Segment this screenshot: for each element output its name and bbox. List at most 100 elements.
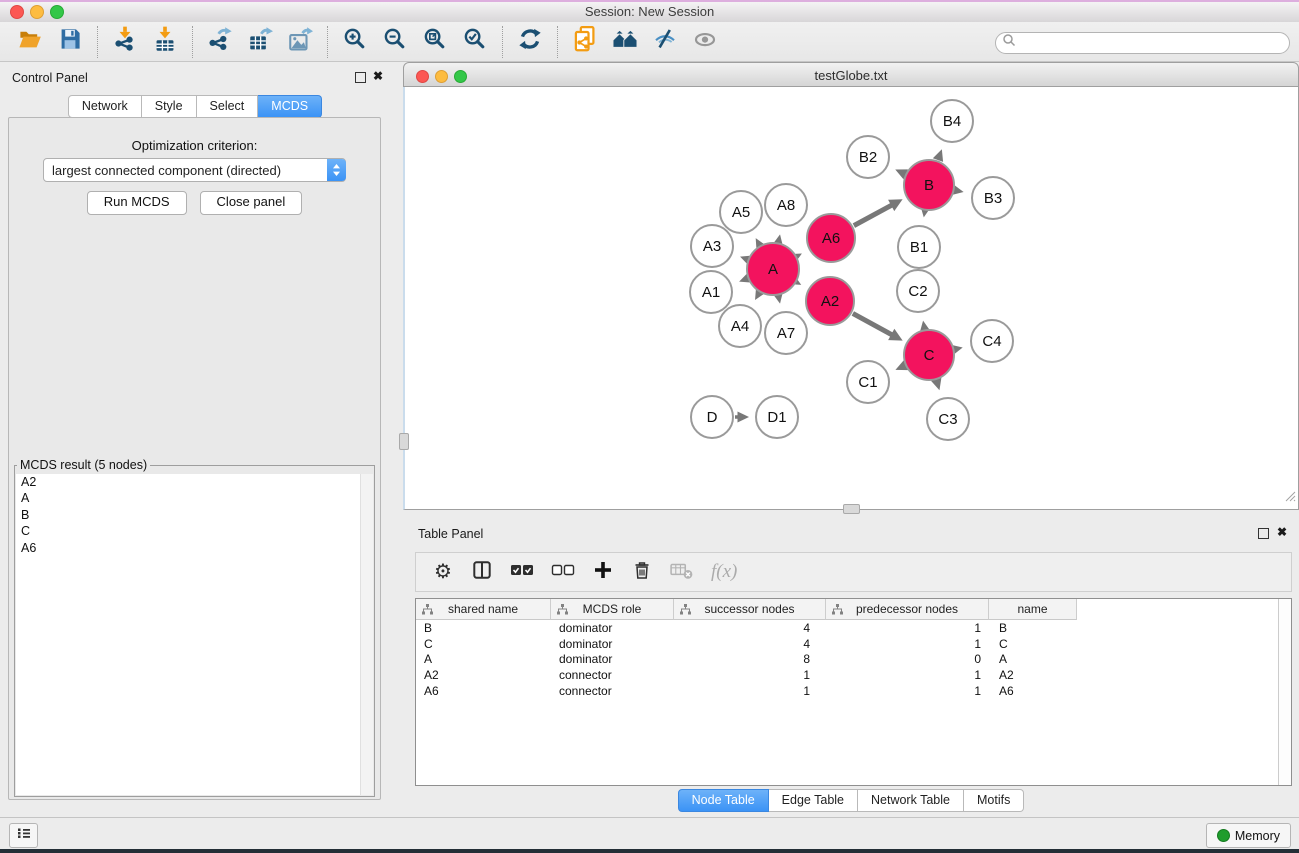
export-image-button[interactable] <box>280 25 320 59</box>
column-layout-button[interactable] <box>471 560 493 584</box>
node-C2[interactable]: C2 <box>897 270 939 312</box>
result-item-c[interactable]: C <box>16 523 373 539</box>
run-mcds-button[interactable]: Run MCDS <box>87 191 187 215</box>
show-panels-button[interactable] <box>9 823 38 848</box>
table-scrollbar[interactable] <box>1278 599 1291 785</box>
cell-MCDS-role: dominator <box>551 637 674 651</box>
close-table-panel-icon[interactable]: ✖ <box>1277 525 1287 539</box>
criterion-dropdown[interactable]: largest connected component (directed) <box>43 158 346 182</box>
unselect-all-checkboxes-button[interactable] <box>551 560 575 584</box>
column-header-MCDS-role[interactable]: MCDS role <box>551 599 674 620</box>
node-D1[interactable]: D1 <box>756 396 798 438</box>
node-D[interactable]: D <box>691 396 733 438</box>
tab-mcds[interactable]: MCDS <box>258 95 322 118</box>
table-row-c[interactable]: Cdominator41C <box>416 636 1279 652</box>
import-network-button[interactable] <box>105 25 145 59</box>
search-box <box>995 32 1290 54</box>
edge-A2-C[interactable] <box>853 313 903 340</box>
add-row-button[interactable] <box>592 560 614 584</box>
node-B2[interactable]: B2 <box>847 136 889 178</box>
tab-style[interactable]: Style <box>142 95 197 118</box>
table-row-b[interactable]: Bdominator41B <box>416 620 1279 636</box>
refresh-button[interactable] <box>510 25 550 59</box>
node-A8[interactable]: A8 <box>765 184 807 226</box>
table-row-a[interactable]: Adominator80A <box>416 652 1279 668</box>
result-item-a2[interactable]: A2 <box>16 474 373 490</box>
node-C[interactable]: C <box>904 330 954 380</box>
svg-text:A7: A7 <box>777 325 795 342</box>
home-button[interactable] <box>605 25 645 59</box>
node-B1[interactable]: B1 <box>898 226 940 268</box>
result-item-a6[interactable]: A6 <box>16 540 373 556</box>
resize-grip-icon[interactable] <box>1282 488 1296 507</box>
node-A1[interactable]: A1 <box>690 271 732 313</box>
select-all-checkboxes-button[interactable] <box>510 560 534 584</box>
cell-MCDS-role: connector <box>551 684 674 698</box>
search-input[interactable] <box>1017 33 1289 53</box>
node-A2[interactable]: A2 <box>806 277 854 325</box>
import-table-button[interactable] <box>145 25 185 59</box>
table-panel-tabs: Node TableEdge TableNetwork TableMotifs <box>403 789 1299 812</box>
show-eye-button[interactable] <box>685 25 725 59</box>
tab-edge-table[interactable]: Edge Table <box>769 789 858 812</box>
node-B[interactable]: B <box>904 160 954 210</box>
zoom-out-button[interactable] <box>375 25 415 59</box>
node-C1[interactable]: C1 <box>847 361 889 403</box>
column-header-successor-nodes[interactable]: successor nodes <box>674 599 826 620</box>
dropdown-stepper-icon <box>327 159 346 181</box>
zoom-fit-button[interactable] <box>415 25 455 59</box>
mcds-result-list[interactable]: A2ABCA6 <box>16 474 373 795</box>
node-A3[interactable]: A3 <box>691 225 733 267</box>
node-A7[interactable]: A7 <box>765 312 807 354</box>
open-folder-button[interactable] <box>10 25 50 59</box>
node-B4[interactable]: B4 <box>931 100 973 142</box>
tab-network-table[interactable]: Network Table <box>858 789 964 812</box>
zoom-selected-icon <box>463 27 487 56</box>
column-header-predecessor-nodes[interactable]: predecessor nodes <box>826 599 989 620</box>
node-A[interactable]: A <box>747 243 799 295</box>
desktop-background <box>0 849 1299 853</box>
tab-node-table[interactable]: Node Table <box>678 789 769 812</box>
tab-network[interactable]: Network <box>68 95 142 118</box>
result-item-b[interactable]: B <box>16 507 373 523</box>
hide-eye-button[interactable] <box>645 25 685 59</box>
node-A6[interactable]: A6 <box>807 214 855 262</box>
tab-motifs[interactable]: Motifs <box>964 789 1024 812</box>
splitter-handle-left[interactable] <box>399 433 409 450</box>
application-window: Session: New Session Control Panel ✖ Net… <box>0 0 1299 853</box>
column-header-name[interactable]: name <box>989 599 1077 620</box>
cell-name: A <box>989 652 1077 666</box>
network-snapshot-button[interactable] <box>565 25 605 59</box>
delete-column-disabled-icon <box>670 560 694 585</box>
column-header-shared-name[interactable]: shared name <box>416 599 551 620</box>
splitter-handle-bottom[interactable] <box>843 504 860 514</box>
node-A5[interactable]: A5 <box>720 191 762 233</box>
close-panel-icon[interactable]: ✖ <box>373 69 383 83</box>
column-header-label: MCDS role <box>583 602 642 616</box>
node-B3[interactable]: B3 <box>972 177 1014 219</box>
function-builder-button[interactable]: f(x) <box>711 560 737 584</box>
edge-A6-B[interactable] <box>854 199 903 225</box>
export-table-button[interactable] <box>240 25 280 59</box>
zoom-selected-button[interactable] <box>455 25 495 59</box>
save-button[interactable] <box>50 25 90 59</box>
close-panel-button[interactable]: Close panel <box>200 191 303 215</box>
table-row-a6[interactable]: A6connector11A6 <box>416 683 1279 699</box>
float-table-panel-icon[interactable] <box>1258 528 1269 539</box>
result-scrollbar[interactable] <box>360 474 373 795</box>
settings-gear-button[interactable]: ⚙ <box>432 560 454 584</box>
tab-select[interactable]: Select <box>197 95 259 118</box>
node-C3[interactable]: C3 <box>927 398 969 440</box>
table-row-a2[interactable]: A2connector11A2 <box>416 667 1279 683</box>
export-network-button[interactable] <box>200 25 240 59</box>
delete-row-button[interactable] <box>631 560 653 584</box>
zoom-in-button[interactable] <box>335 25 375 59</box>
network-canvas[interactable]: B4 B2 B B3 A5A8A6 B1 A3 A C2 A1 A2 A4 A7 C4 C C1 C3 D D1 <box>403 87 1299 510</box>
result-item-a[interactable]: A <box>16 490 373 506</box>
toolbar-separator <box>97 26 98 58</box>
node-C4[interactable]: C4 <box>971 320 1013 362</box>
node-A4[interactable]: A4 <box>719 305 761 347</box>
edge-D-D1[interactable] <box>735 412 749 423</box>
float-panel-icon[interactable] <box>355 72 366 83</box>
memory-button[interactable]: Memory <box>1206 823 1291 848</box>
